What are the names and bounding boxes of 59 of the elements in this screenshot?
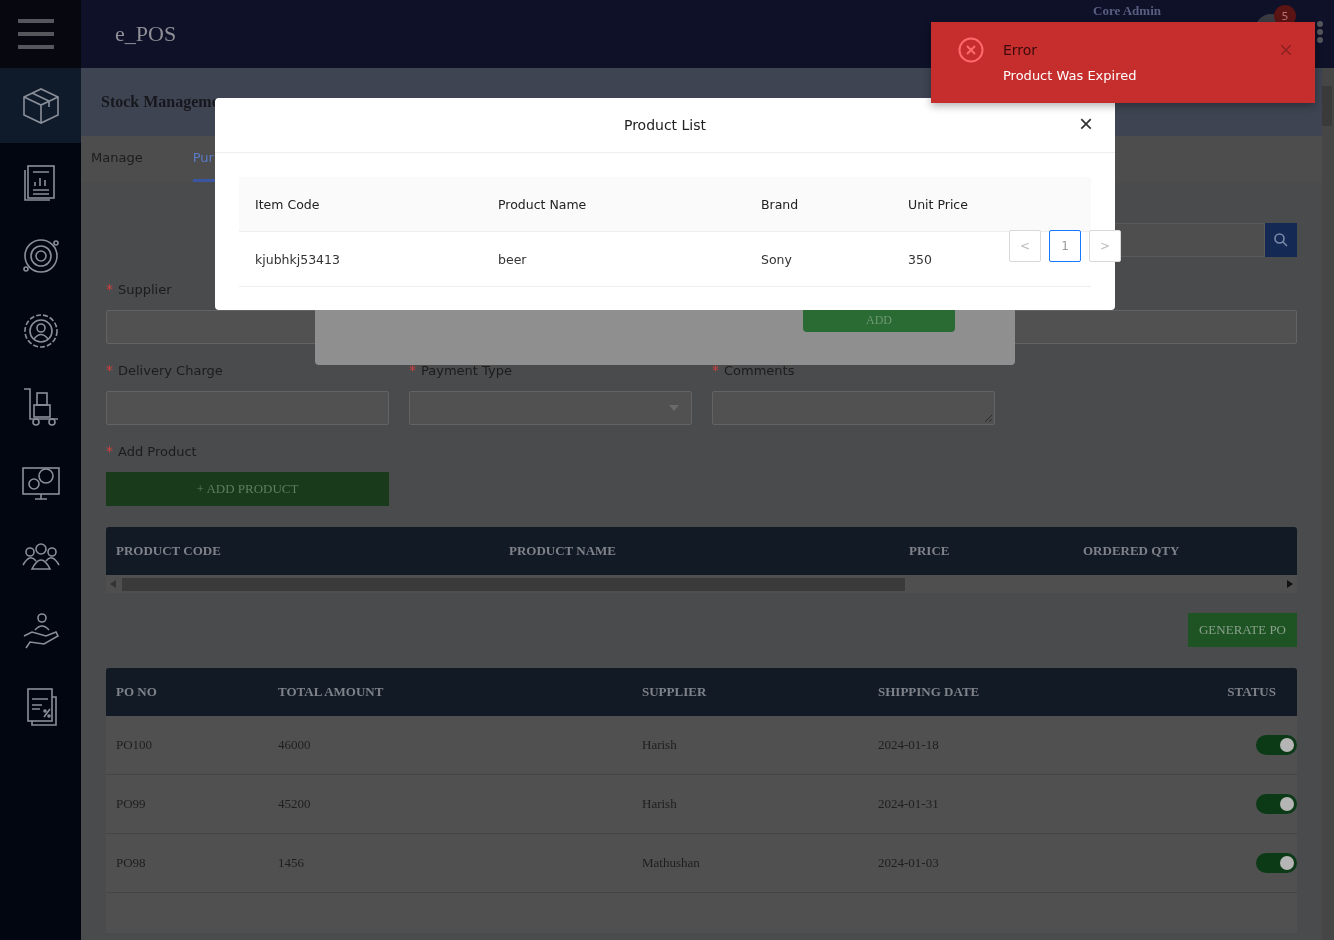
generate-po-button[interactable]: GENERATE PO (1188, 613, 1297, 647)
horizontal-scrollbar[interactable] (106, 575, 1297, 593)
team-icon (21, 542, 60, 570)
user-name: Core Admin (1093, 3, 1161, 19)
resize-handle-icon (984, 414, 992, 422)
app-name: e_POS (115, 21, 177, 47)
search-icon (1274, 233, 1288, 247)
menu-icon[interactable] (17, 19, 54, 49)
tax-icon (26, 687, 57, 726)
column-header: PRICE (909, 543, 951, 559)
column-header: SUPPLIER (642, 684, 708, 700)
column-header: Unit Price (907, 196, 969, 212)
close-button[interactable]: × (1075, 111, 1097, 137)
table-cell-text: beer (497, 251, 528, 267)
table-cell-text: kjubhkj53413 (254, 251, 341, 267)
column-header: PRODUCT NAME (509, 543, 617, 559)
toast-title: Error (1003, 42, 1039, 58)
required-mark: * (106, 443, 113, 459)
trolley-icon (22, 387, 59, 426)
required-mark: * (712, 362, 719, 378)
previous-page-button[interactable]: < (1009, 230, 1041, 262)
status-toggle[interactable] (1256, 735, 1297, 755)
sidebar-item[interactable] (0, 68, 81, 143)
column-header: PRODUCT CODE (116, 543, 222, 559)
column-header: SHIPPING DATE (878, 684, 981, 700)
box-icon (22, 87, 59, 124)
scroll-right-icon[interactable] (1287, 580, 1293, 588)
column-header: TOTAL AMOUNT (278, 684, 385, 700)
report-icon (23, 164, 55, 201)
search-button[interactable] (1265, 223, 1297, 257)
required-mark: * (106, 362, 113, 378)
column-header: Item Code (254, 196, 321, 212)
page-button[interactable]: 1 (1049, 230, 1081, 262)
error-icon (958, 37, 984, 63)
input-field[interactable] (106, 391, 389, 425)
user-gear-icon (23, 313, 58, 348)
dialog-title: Product List (623, 117, 707, 133)
caret-icon (669, 405, 679, 411)
status-toggle[interactable] (1256, 794, 1297, 814)
hand-icon (22, 612, 59, 649)
monitor-gear-icon (21, 466, 60, 500)
required-mark: * (409, 362, 416, 378)
vertical-scrollbar[interactable] (1322, 68, 1334, 940)
column-header: ORDERED QTY (1083, 543, 1181, 559)
add-product-button[interactable]: + ADD PRODUCT (106, 472, 389, 506)
toast-message: Product Was Expired (1003, 68, 1137, 83)
column-header: PO NO (116, 684, 158, 700)
gear-icon (22, 238, 59, 273)
table-cell-text: Sony (760, 251, 793, 267)
more-icon[interactable] (1317, 21, 1323, 43)
column-header: STATUS (1226, 684, 1276, 700)
column-header: Brand (760, 196, 800, 212)
comments-field[interactable] (712, 391, 995, 425)
table-cell-text: 350 (907, 251, 933, 267)
column-header: Product Name (497, 196, 588, 212)
select-field[interactable] (409, 391, 692, 425)
required-mark: * (106, 281, 113, 297)
status-toggle[interactable] (1256, 853, 1297, 873)
next-page-button[interactable]: > (1089, 230, 1121, 262)
